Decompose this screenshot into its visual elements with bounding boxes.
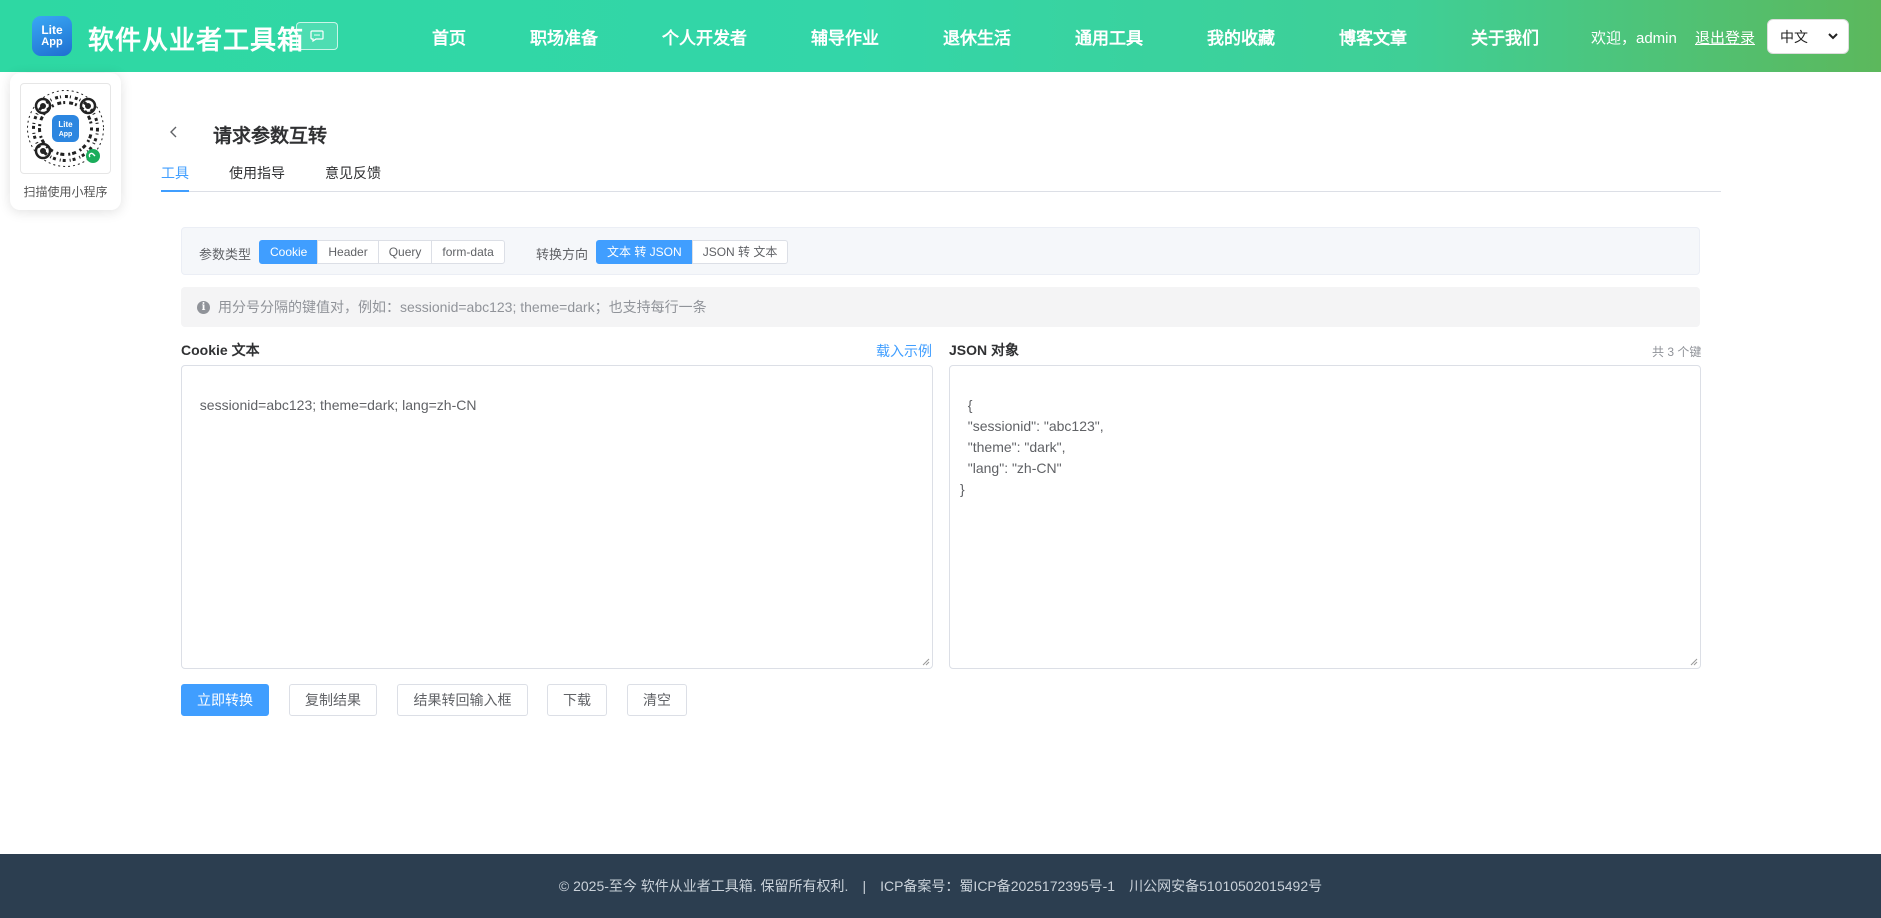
param-type-form-data[interactable]: form-data [431,240,505,264]
resize-handle-icon[interactable] [1690,658,1698,666]
output-pane-title: JSON 对象 [949,342,1020,358]
footer-police-link[interactable]: 川公网安备51010502015492号 [1129,876,1322,896]
key-count: 共 3 个键 [1652,345,1702,359]
tab-guide[interactable]: 使用指导 [229,163,285,192]
qr-code-icon: Lite App [27,90,104,167]
site-title[interactable]: 软件从业者工具箱 [88,20,304,57]
welcome-text: 欢迎，admin [1591,30,1677,47]
param-type-label: 参数类型 [199,247,252,262]
param-type-group: Cookie Header Query form-data [259,240,505,264]
logout-link[interactable]: 退出登录 [1695,27,1755,48]
info-icon: i [197,300,210,314]
back-button[interactable] [170,122,184,142]
main-nav: 首页 职场准备 个人开发者 辅导作业 退休生活 通用工具 我的收藏 博客文章 关… [400,0,1571,72]
footer-copyright: © 2025-至今 软件从业者工具箱. 保留所有权利. [558,878,849,894]
miniprogram-qr-card: Lite App 扫描使用小程序 [10,73,121,210]
nav-indie-dev[interactable]: 个人开发者 [630,24,779,49]
site-logo[interactable]: Lite App [32,16,72,56]
tab-feedback[interactable]: 意见反馈 [325,163,381,192]
nav-favorites[interactable]: 我的收藏 [1175,24,1307,49]
param-type-query[interactable]: Query [377,240,433,264]
language-select[interactable]: 中文 [1767,19,1849,54]
nav-about[interactable]: 关于我们 [1439,24,1571,49]
download-button[interactable]: 下载 [547,684,607,716]
copy-result-button[interactable]: 复制结果 [289,684,377,716]
top-navbar: Lite App 软件从业者工具箱 首页 职场准备 个人开发者 辅导作业 退休生… [0,0,1881,72]
direction-text-to-json[interactable]: 文本 转 JSON [596,240,693,264]
language-selected: 中文 [1780,28,1808,45]
clear-button[interactable]: 清空 [627,684,687,716]
result-to-input-button[interactable]: 结果转回输入框 [397,684,528,716]
resize-handle-icon[interactable] [922,658,930,666]
direction-label: 转换方向 [536,247,589,262]
chevron-left-icon [170,126,177,138]
chat-button[interactable] [296,22,338,50]
nav-retirement[interactable]: 退休生活 [911,24,1043,49]
options-bar: 参数类型 Cookie Header Query form-data 转换方向 … [181,227,1700,275]
input-pane-title: Cookie 文本 [181,342,260,358]
footer-separator: | [862,878,867,894]
load-example-link[interactable]: 载入示例 [876,341,932,361]
tool-tabs: 工具 使用指导 意见反馈 [161,163,1721,192]
qr-label: 扫描使用小程序 [23,185,108,199]
nav-general-tools[interactable]: 通用工具 [1043,24,1175,49]
logo-text-line2: App [41,36,63,48]
tab-tool[interactable]: 工具 [161,163,189,192]
output-text: { "sessionid": "abc123", "theme": "dark"… [960,397,1104,497]
input-textarea[interactable]: sessionid=abc123; theme=dark; lang=zh-CN [181,365,933,669]
output-textarea[interactable]: { "sessionid": "abc123", "theme": "dark"… [949,365,1701,669]
nav-career-prep[interactable]: 职场准备 [498,24,630,49]
param-type-header[interactable]: Header [317,240,379,264]
page-footer: © 2025-至今 软件从业者工具箱. 保留所有权利. | ICP备案号：蜀IC… [0,854,1881,918]
nav-home[interactable]: 首页 [400,24,498,49]
convert-button[interactable]: 立即转换 [181,684,269,716]
direction-group: 文本 转 JSON JSON 转 文本 [596,240,789,264]
chevron-down-icon [1828,33,1838,40]
hint-alert: i 用分号分隔的键值对，例如：sessionid=abc123; theme=d… [181,287,1700,327]
hint-text: 用分号分隔的键值对，例如：sessionid=abc123; theme=dar… [218,299,707,315]
param-type-cookie[interactable]: Cookie [259,240,319,264]
nav-blog[interactable]: 博客文章 [1307,24,1439,49]
nav-homework[interactable]: 辅导作业 [779,24,911,49]
footer-icp-link[interactable]: ICP备案号：蜀ICP备2025172395号-1 [880,876,1115,896]
chat-bubble-icon [310,30,324,42]
logo-text-line1: Lite [41,23,63,37]
input-text: sessionid=abc123; theme=dark; lang=zh-CN [199,397,477,413]
direction-json-to-text[interactable]: JSON 转 文本 [691,240,789,264]
page-title: 请求参数互转 [213,126,328,147]
qr-code: Lite App [20,83,111,174]
svg-text:Lite: Lite [58,120,73,129]
svg-text:App: App [59,131,73,138]
